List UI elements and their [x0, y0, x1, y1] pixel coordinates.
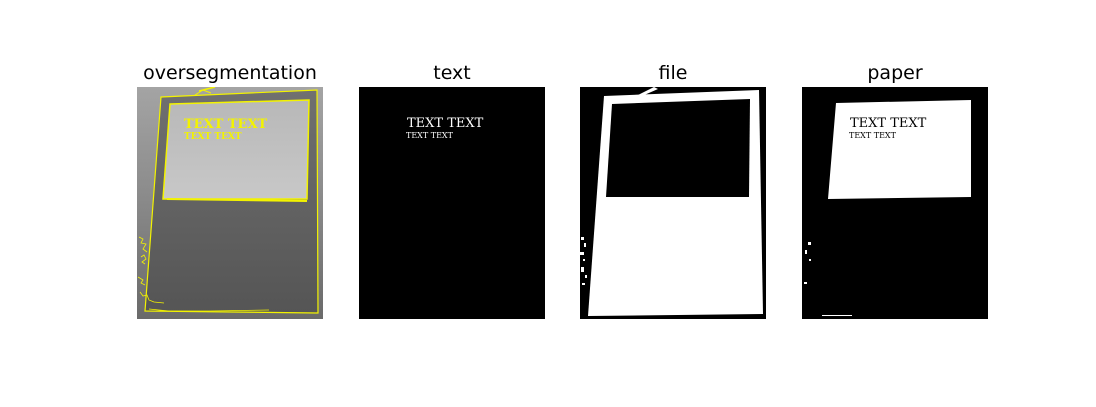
- paper-mask-image: TEXT TEXT TEXT TEXT: [802, 87, 988, 319]
- text-mask-line-1: TEXT TEXT: [407, 116, 484, 131]
- oversegmentation-text-line-2: TEXT TEXT: [184, 132, 242, 142]
- paper-mask-line-1: TEXT TEXT: [850, 116, 927, 131]
- file-mask-image: [580, 87, 766, 319]
- panel-text: text TEXT TEXT TEXT TEXT: [359, 0, 545, 407]
- text-mask-line-2: TEXT TEXT: [406, 131, 454, 140]
- panel-title: paper: [867, 62, 923, 84]
- paper-mask-line-2: TEXT TEXT: [849, 131, 897, 140]
- panel-oversegmentation: oversegmentation TEXT TEXT TEXT TEXT: [137, 0, 323, 407]
- text-mask-image: TEXT TEXT TEXT TEXT: [359, 87, 545, 319]
- oversegmentation-image: TEXT TEXT TEXT TEXT: [137, 87, 323, 319]
- oversegmentation-text-line-1: TEXT TEXT: [184, 117, 268, 132]
- panel-file: file: [580, 0, 766, 407]
- panel-paper: paper TEXT TEXT TEXT TEXT: [802, 0, 988, 407]
